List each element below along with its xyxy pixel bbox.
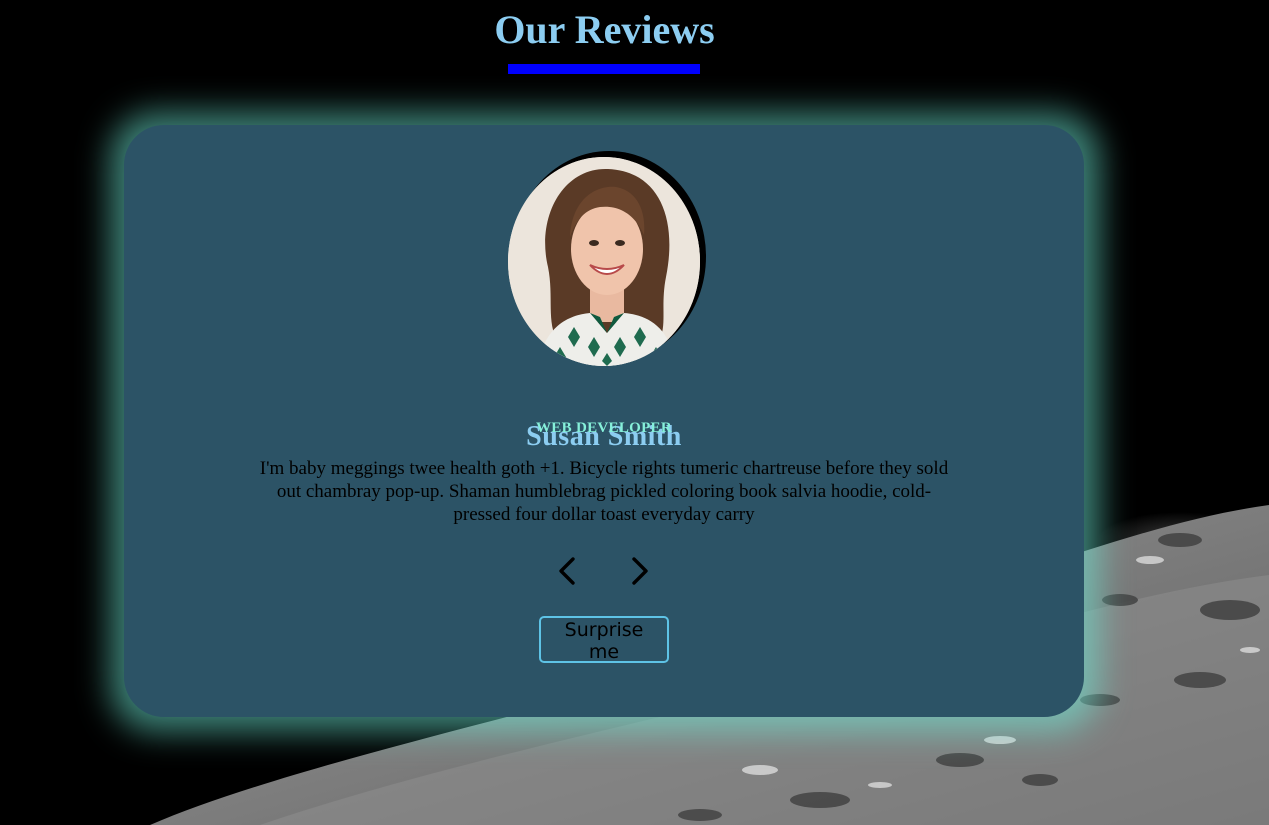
person-photo [508,157,700,366]
next-button[interactable] [622,554,656,588]
surprise-me-button[interactable]: Surprise me [539,616,669,663]
review-text: I'm baby meggings twee health goth +1. B… [259,458,949,525]
avatar [508,157,700,366]
page-title: Our Reviews [494,7,715,52]
prev-button[interactable] [551,554,585,588]
avatar-container [508,151,706,366]
reviewer-job-title: WEB DEVELOPER [535,420,672,436]
title-underline [508,64,700,74]
chevron-right-icon [632,557,648,585]
chevron-left-icon [559,557,575,585]
